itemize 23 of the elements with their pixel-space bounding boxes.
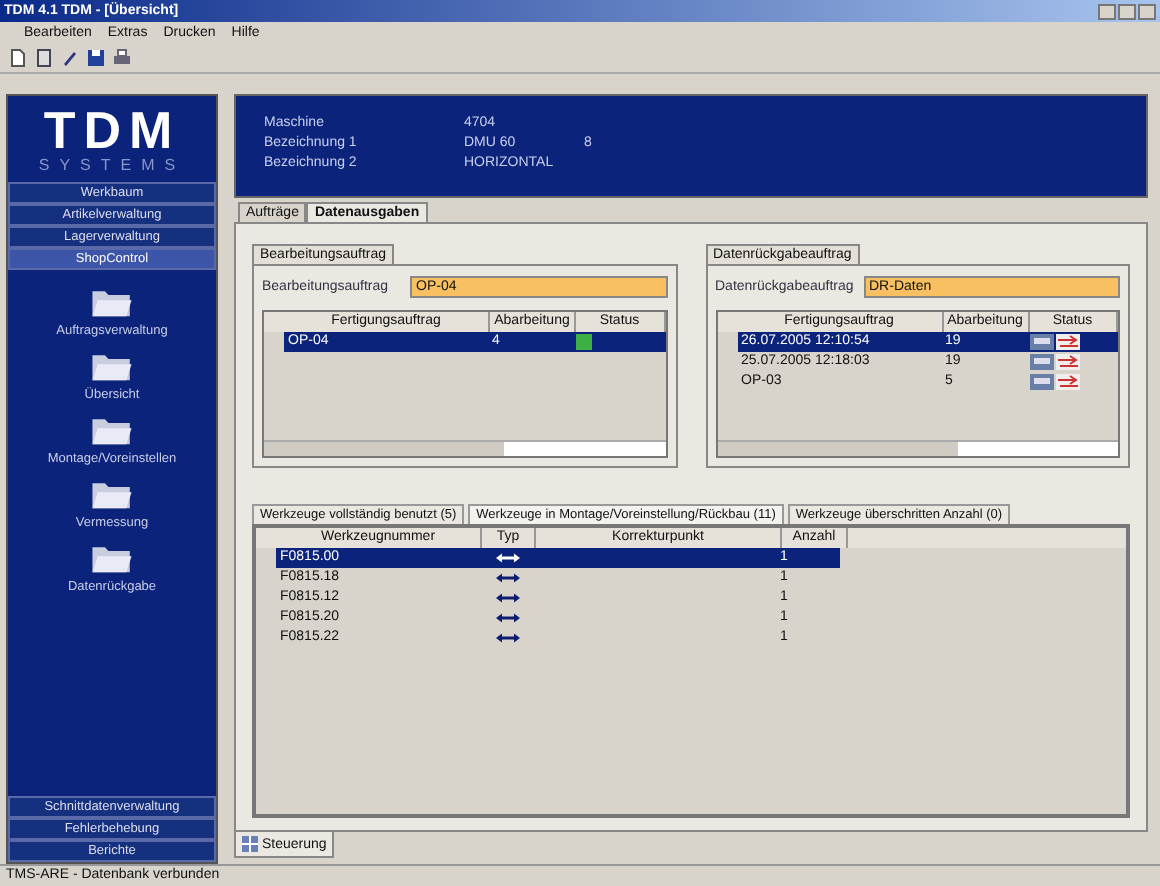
logo-subtitle: SYSTEMS <box>38 156 186 174</box>
horizontal-scrollbar[interactable] <box>717 440 1118 456</box>
folder-icon[interactable] <box>90 350 134 382</box>
double-arrow-icon <box>496 572 520 584</box>
double-arrow-icon <box>496 592 520 604</box>
document-icon[interactable] <box>34 48 54 68</box>
transfer-icon <box>1055 334 1079 350</box>
double-arrow-icon <box>496 552 520 564</box>
folder-icon[interactable] <box>89 286 134 318</box>
edit-icon[interactable] <box>60 48 80 68</box>
grid-icon <box>242 836 258 852</box>
logo-text: TDM <box>43 104 181 156</box>
transfer-icon <box>1055 374 1079 390</box>
save-icon[interactable] <box>86 48 106 68</box>
folder-icon[interactable] <box>89 414 134 446</box>
horizontal-scrollbar[interactable] <box>264 440 665 456</box>
transfer-icon <box>1055 354 1079 370</box>
print-icon[interactable] <box>112 48 132 68</box>
folder-icon[interactable] <box>89 478 134 510</box>
double-arrow-icon <box>496 612 520 624</box>
folder-icon[interactable] <box>90 542 134 574</box>
double-arrow-icon <box>496 632 520 644</box>
new-file-icon[interactable] <box>8 48 28 68</box>
